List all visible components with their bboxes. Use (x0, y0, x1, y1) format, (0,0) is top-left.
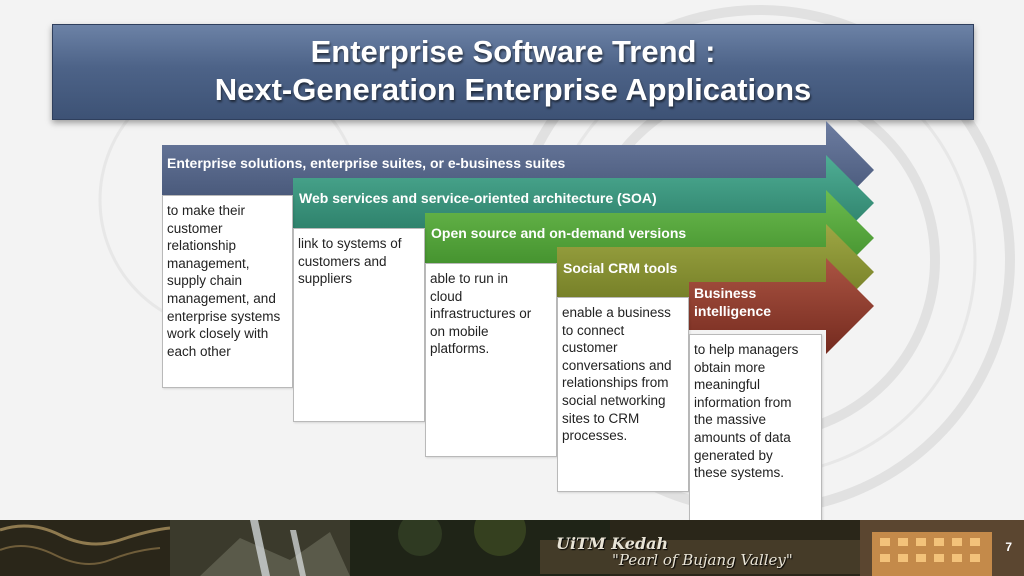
description-line: customer (562, 340, 618, 356)
description-line: cloud (430, 288, 463, 304)
step-2-header: Web services and service-oriented archit… (299, 190, 657, 206)
step-5-header-line: intelligence (694, 303, 772, 319)
description-line: these systems. (694, 465, 785, 481)
description-line: each other (167, 343, 231, 359)
step-3-header: Open source and on-demand versions (431, 225, 687, 241)
description-line: social networking (562, 392, 666, 408)
description-line: management, and (167, 290, 276, 306)
description-line: suppliers (298, 271, 353, 287)
description-line: customers and (298, 253, 387, 269)
description-line: conversations and (562, 357, 672, 373)
description-line: to connect (562, 322, 625, 338)
description-line: able to run in (430, 271, 509, 286)
description-line: information from (694, 394, 792, 410)
step-2-description: link to systems of customers and supplie… (293, 228, 425, 422)
description-line: supply chain (167, 273, 243, 289)
description-line: sites to CRM (562, 410, 640, 426)
description-line: enterprise systems (167, 308, 281, 324)
description-line: relationship (167, 238, 237, 254)
step-5-description: to help managers obtain more meaningful … (689, 334, 822, 526)
description-line: on mobile (430, 323, 489, 339)
description-line: enable a business (562, 305, 671, 320)
step-1-description: to make their customer relationship mana… (162, 195, 293, 388)
description-line: management, (167, 255, 250, 271)
description-line: meaningful (694, 377, 761, 393)
description-line: work closely with (167, 326, 269, 342)
step-1-header: Enterprise solutions, enterprise suites,… (167, 155, 566, 171)
description-line: the massive (694, 412, 767, 428)
description-line: to help managers (694, 342, 799, 357)
footer-landscape-image (0, 520, 1024, 576)
footer-tagline: "Pearl of Bujang Valley" (612, 551, 793, 569)
step-5-header: Business intelligence (694, 284, 771, 320)
step-5-header-line: Business (694, 285, 757, 301)
step-4-description: enable a business to connect customer co… (557, 297, 689, 492)
description-line: relationships from (562, 375, 669, 391)
description-line: customer (167, 220, 223, 236)
description-line: generated by (694, 447, 773, 463)
description-line: link to systems of (298, 236, 402, 251)
description-line: platforms. (430, 341, 490, 357)
description-line: obtain more (694, 359, 766, 375)
description-line: to make their (167, 203, 246, 218)
step-3-description: able to run in cloud infrastructures or … (425, 263, 557, 457)
step-4-header: Social CRM tools (563, 260, 678, 276)
footer-banner: UiTM Kedah "Pearl of Bujang Valley" (0, 520, 1024, 576)
slide-number: 7 (1005, 540, 1012, 554)
description-line: amounts of data (694, 429, 791, 445)
description-line: infrastructures or (430, 306, 532, 322)
description-line: processes. (562, 428, 628, 444)
